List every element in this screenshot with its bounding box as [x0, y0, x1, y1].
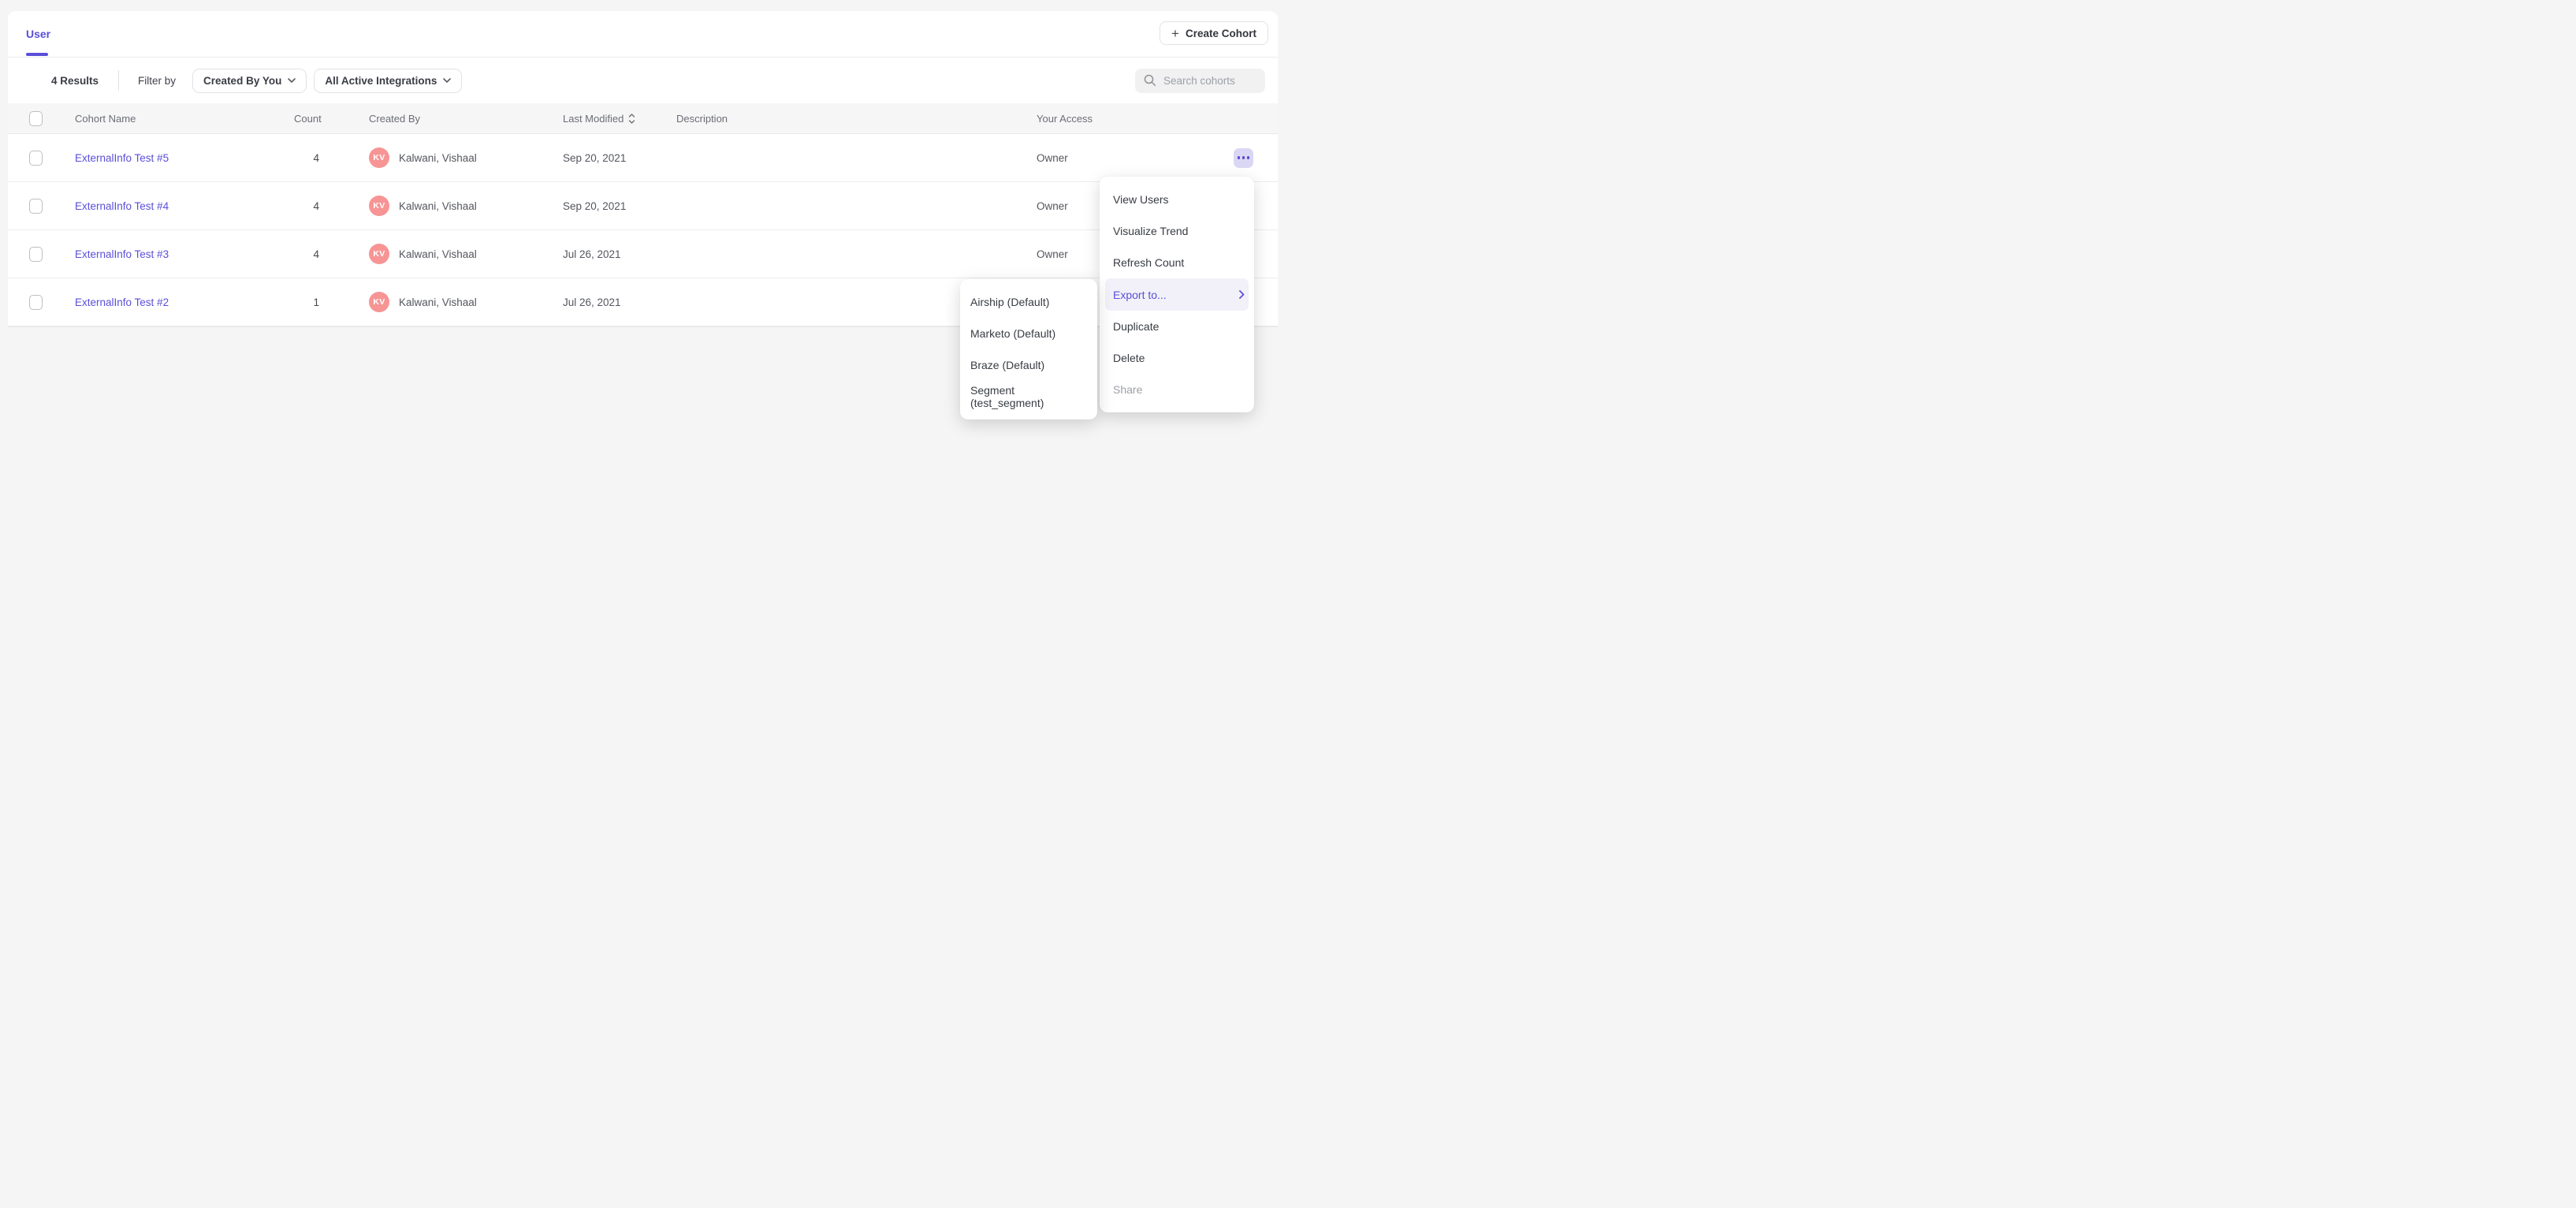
column-header-count[interactable]: Count — [294, 113, 319, 125]
row-checkbox[interactable] — [29, 151, 43, 166]
create-cohort-button[interactable]: + Create Cohort — [1160, 21, 1268, 45]
tab-user[interactable]: User — [26, 11, 50, 57]
last-modified-date: Sep 20, 2021 — [563, 152, 676, 164]
table-row: ExternalInfo Test #3 4 KV Kalwani, Visha… — [8, 230, 1278, 278]
toolbar: 4 Results Filter by Created By You All A… — [8, 58, 1278, 103]
filter-integrations-dropdown[interactable]: All Active Integrations — [314, 69, 462, 93]
created-by-name: Kalwani, Vishaal — [399, 200, 477, 212]
create-cohort-label: Create Cohort — [1186, 28, 1256, 39]
chevron-right-icon — [1239, 290, 1245, 299]
export-submenu: Airship (Default) Marketo (Default) Braz… — [960, 279, 1097, 419]
filter-integrations-label: All Active Integrations — [325, 75, 437, 87]
created-by-name: Kalwani, Vishaal — [399, 296, 477, 308]
submenu-item[interactable]: Braze (Default) — [960, 349, 1097, 381]
last-modified-date: Jul 26, 2021 — [563, 248, 676, 260]
dot-icon — [1242, 156, 1245, 159]
chevron-down-icon — [443, 78, 451, 83]
table-row: ExternalInfo Test #4 4 KV Kalwani, Visha… — [8, 182, 1278, 230]
filter-by-label: Filter by — [138, 75, 176, 87]
access-cell: Owner — [1037, 152, 1234, 164]
menu-item[interactable]: View Users — [1100, 184, 1254, 215]
filter-created-by-dropdown[interactable]: Created By You — [192, 69, 307, 93]
menu-item[interactable]: Duplicate — [1100, 311, 1254, 342]
cohort-count: 4 — [294, 152, 319, 164]
select-all-checkbox[interactable] — [29, 111, 43, 126]
submenu-item[interactable]: Marketo (Default) — [960, 318, 1097, 349]
table-row: ExternalInfo Test #5 4 KV Kalwani, Visha… — [8, 134, 1278, 182]
column-header-your-access[interactable]: Your Access — [1037, 113, 1234, 125]
chevron-down-icon — [288, 78, 296, 83]
column-header-created-by[interactable]: Created By — [369, 113, 563, 125]
row-checkbox[interactable] — [29, 295, 43, 310]
table-header: Cohort Name Count Created By Last Modifi… — [8, 103, 1278, 134]
filter-created-by-label: Created By You — [203, 75, 281, 87]
created-by-name: Kalwani, Vishaal — [399, 248, 477, 260]
avatar: KV — [369, 196, 389, 216]
created-by-name: Kalwani, Vishaal — [399, 152, 477, 164]
row-checkbox[interactable] — [29, 199, 43, 214]
row-actions-button[interactable] — [1234, 148, 1253, 168]
menu-item[interactable]: Share — [1100, 374, 1254, 405]
plus-icon: + — [1171, 27, 1179, 40]
row-checkbox[interactable] — [29, 247, 43, 262]
tab-bar: User — [8, 11, 1278, 58]
column-header-description[interactable]: Description — [676, 113, 1037, 125]
search-icon — [1144, 74, 1156, 87]
avatar: KV — [369, 292, 389, 312]
avatar: KV — [369, 147, 389, 168]
submenu-item[interactable]: Segment (test_segment) — [960, 381, 1097, 412]
column-header-last-modified[interactable]: Last Modified — [563, 113, 676, 125]
cohort-name-link[interactable]: ExternalInfo Test #5 — [75, 152, 169, 164]
menu-item[interactable]: Visualize Trend — [1100, 215, 1254, 247]
sort-icon — [628, 114, 635, 124]
avatar: KV — [369, 244, 389, 264]
toolbar-divider — [118, 70, 119, 91]
cohort-name-link[interactable]: ExternalInfo Test #4 — [75, 200, 169, 212]
search-cohorts — [1135, 69, 1265, 93]
column-header-cohort-name[interactable]: Cohort Name — [75, 113, 294, 125]
menu-item[interactable]: Export to... — [1105, 278, 1249, 311]
menu-item[interactable]: Refresh Count — [1100, 247, 1254, 278]
menu-item[interactable]: Delete — [1100, 342, 1254, 374]
row-actions-menu: View Users Visualize Trend Refresh Count… — [1100, 177, 1254, 412]
cohort-count: 4 — [294, 248, 319, 260]
cohort-count: 4 — [294, 200, 319, 212]
cohort-name-link[interactable]: ExternalInfo Test #3 — [75, 248, 169, 260]
dot-icon — [1238, 156, 1241, 159]
cohort-name-link[interactable]: ExternalInfo Test #2 — [75, 296, 169, 308]
last-modified-date: Sep 20, 2021 — [563, 200, 676, 212]
last-modified-date: Jul 26, 2021 — [563, 296, 676, 308]
results-count: 4 Results — [51, 75, 99, 87]
submenu-item[interactable]: Airship (Default) — [960, 286, 1097, 318]
cohort-count: 1 — [294, 296, 319, 308]
dot-icon — [1247, 156, 1250, 159]
